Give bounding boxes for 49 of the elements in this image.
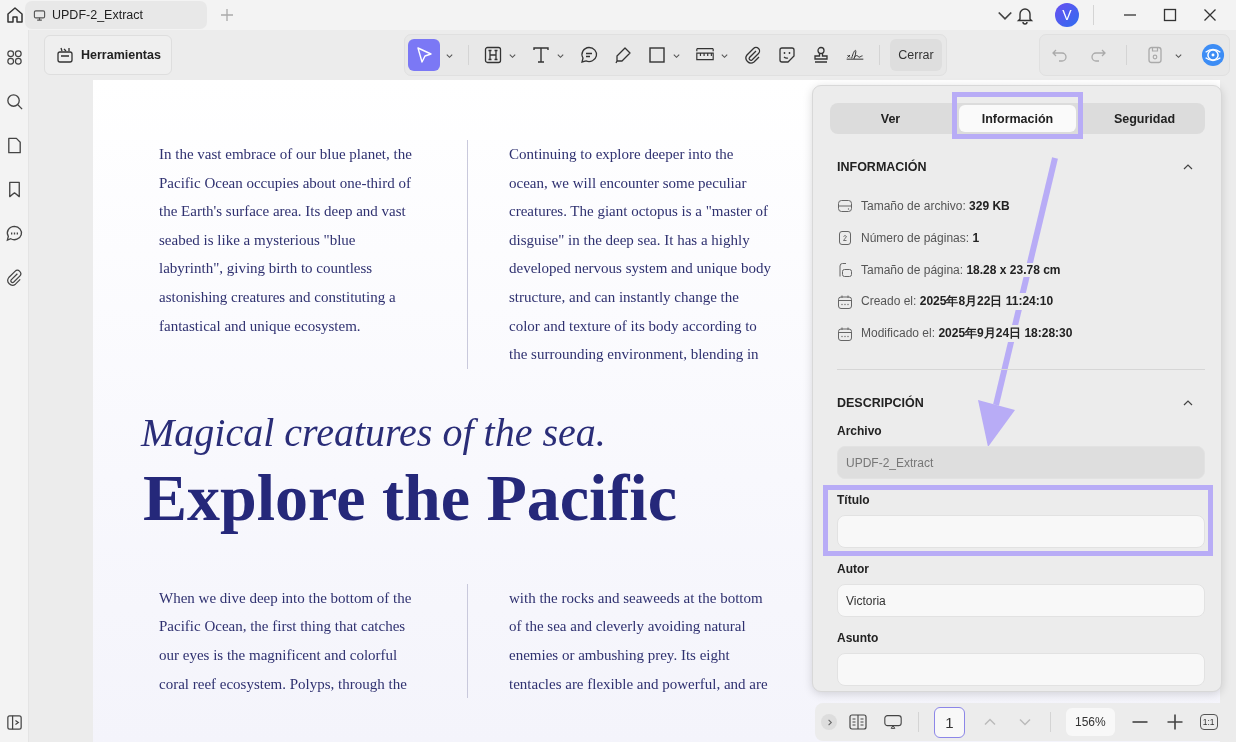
highlight-tool-icon[interactable] — [483, 45, 504, 65]
pointer-tool[interactable] — [408, 39, 441, 71]
text-tool-icon[interactable] — [531, 45, 552, 65]
grid-icon[interactable] — [4, 48, 24, 67]
sticker-icon[interactable] — [777, 45, 798, 65]
comment-icon[interactable] — [4, 224, 24, 243]
page-size-icon — [837, 261, 853, 278]
panel-tab[interactable]: Seguridad — [1086, 105, 1203, 132]
page-number-field[interactable]: 1 — [934, 706, 965, 738]
presentation-icon[interactable] — [883, 712, 903, 732]
zoom-level[interactable]: 156% — [1066, 708, 1115, 736]
paragraph: with the rocks and seaweeds at the bottom of the sea and cleverly avoiding natural enemies or ambushing prey. Its eight tentacles are flexible and powerful, and are — [509, 588, 769, 694]
field-label: Autor — [837, 562, 870, 576]
close-icon[interactable] — [1202, 7, 1218, 23]
paperclip-icon[interactable] — [4, 268, 24, 287]
sidebar-toggle-icon[interactable] — [4, 713, 24, 732]
panel-tab[interactable]: Información — [959, 105, 1076, 132]
close-button[interactable]: Cerrar — [890, 39, 942, 71]
field-label: Título — [837, 493, 871, 507]
user-avatar[interactable]: V — [1055, 3, 1079, 27]
paragraph: Continuing to explore deeper into the ocean, we will encounter some peculiar creatures. The giant octopus is a "master of disguise" in the deep sea. It has a highly developed nervous system and unique body structure, and can instantly change the color and texture of its body according to the surrounding environment, blending in — [509, 145, 773, 365]
field-label: Asunto — [837, 631, 880, 645]
bell-icon[interactable] — [1015, 5, 1035, 25]
two-page-view-icon[interactable] — [848, 712, 868, 732]
comment-icon[interactable] — [579, 45, 600, 65]
paragraph: When we dive deep into the bottom of the Pacific Ocean, the first thing that catches our eyes is the magnificent and colorful coral reef ecosystem. Polyps, through the — [159, 588, 413, 694]
rectangle-icon[interactable] — [647, 45, 668, 65]
calendar-icon — [837, 325, 853, 342]
text-field[interactable]: Victoria — [837, 584, 1205, 617]
panel-tab[interactable]: Ver — [832, 105, 949, 132]
expand-button[interactable] — [821, 714, 837, 730]
calendar-icon — [837, 293, 853, 310]
maximize-icon[interactable] — [1162, 7, 1178, 23]
monitor-icon — [33, 8, 46, 22]
document-tab[interactable]: UPDF-2_Extract — [25, 1, 207, 29]
actual-size-button[interactable]: 1:1 — [1199, 714, 1218, 730]
document-title: Explore the Pacific — [143, 459, 677, 536]
paragraph: In the vast embrace of our blue planet, the Pacific Ocean occupies about one-third of the Earth's surface area. Its deep and vast seabed is like a mysterious "blue labyrinth", giving birth to countless astonishing creatures and constituting a fantastical and unique ecosystem. — [159, 145, 413, 336]
tools-button[interactable]: Herramientas — [44, 35, 172, 75]
section-heading: INFORMACIÓN — [837, 160, 927, 174]
field-label: Archivo — [837, 424, 883, 438]
search-icon[interactable] — [4, 92, 24, 111]
document-subtitle: Magical creatures of the sea. — [141, 408, 606, 456]
ai-assistant-icon[interactable] — [1201, 43, 1225, 67]
toolbox-icon — [55, 45, 75, 65]
page-count-icon — [837, 229, 853, 246]
home-icon[interactable] — [5, 5, 25, 25]
drive-icon — [837, 197, 853, 214]
section-heading: DESCRIPCIÓN — [837, 396, 924, 410]
